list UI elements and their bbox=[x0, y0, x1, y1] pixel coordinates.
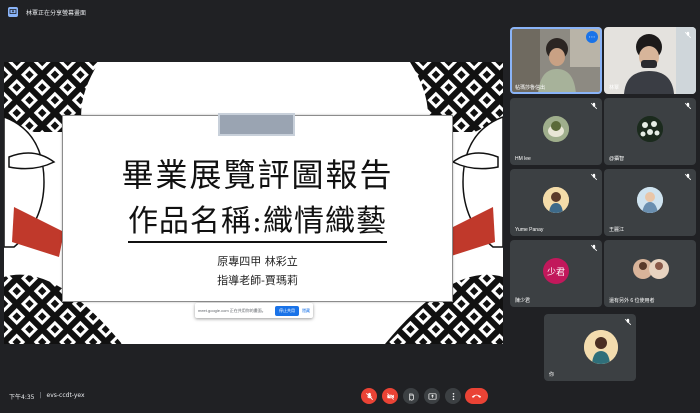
share-notification-text: meet.google.com 正在共用你的畫面。 bbox=[198, 307, 266, 313]
hide-notification-button[interactable]: 隱藏 bbox=[302, 308, 310, 314]
participant-tile[interactable]: ⋯ 帖瑪莎魯信出 bbox=[510, 27, 602, 94]
camera-off-icon bbox=[386, 392, 394, 400]
mic-off-icon bbox=[590, 102, 598, 110]
meeting-time: 下午4:35 bbox=[9, 394, 35, 401]
participant-name: 王麗江 bbox=[609, 227, 625, 233]
mic-off-icon bbox=[684, 173, 692, 181]
presenting-text: 林覃正在分享螢幕畫面 bbox=[26, 9, 87, 17]
others-count-label: 還有另外 6 位使用者 bbox=[609, 298, 655, 304]
participant-tile[interactable]: @攝智 bbox=[604, 98, 696, 165]
participant-name: Yume Panay bbox=[515, 227, 544, 233]
participant-avatar bbox=[637, 187, 663, 213]
participant-tile[interactable]: 少君 陳少君 bbox=[510, 240, 602, 307]
participant-name: 林覃 bbox=[609, 85, 620, 91]
participant-name: 帖瑪莎魯信出 bbox=[515, 85, 546, 91]
slide-subtitle: 作品名稱:織情織藝 bbox=[63, 196, 452, 243]
participant-name: @攝智 bbox=[609, 156, 625, 162]
slide-advisor: 指導老師-賈瑪莉 bbox=[217, 274, 298, 287]
more-options-button[interactable] bbox=[445, 388, 461, 404]
present-now-button[interactable] bbox=[424, 388, 440, 404]
present-icon bbox=[428, 392, 436, 400]
mic-toggle-button[interactable] bbox=[361, 388, 377, 404]
present-screen-icon bbox=[8, 7, 18, 17]
participant-name: HM lee bbox=[515, 156, 531, 162]
camera-toggle-button[interactable] bbox=[382, 388, 398, 404]
participant-tile[interactable]: Yume Panay bbox=[510, 169, 602, 236]
shared-screen: 畢業展覽評圖報告 作品名稱:織情織藝 原專四甲 林彩立 指導老師-賈瑪莉 bbox=[4, 62, 503, 344]
self-avatar bbox=[584, 330, 618, 364]
more-options-icon[interactable]: ⋯ bbox=[586, 31, 598, 43]
participant-avatar bbox=[637, 116, 663, 142]
mic-off-icon bbox=[684, 102, 692, 110]
participant-tile[interactable]: 林覃 bbox=[604, 27, 696, 94]
screen-share-notification: meet.google.com 正在共用你的畫面。 停止共用 隱藏 bbox=[195, 303, 313, 318]
mic-off-icon bbox=[590, 173, 598, 181]
raise-hand-button[interactable] bbox=[403, 388, 419, 404]
participant-tile[interactable]: HM lee bbox=[510, 98, 602, 165]
self-name: 你 bbox=[549, 372, 555, 378]
mic-off-icon bbox=[684, 31, 692, 39]
mic-off-icon bbox=[365, 392, 373, 400]
meeting-info: 下午4:35 | evs-ccdt-yex bbox=[9, 392, 85, 401]
slide-title-tab bbox=[218, 113, 295, 136]
end-call-icon bbox=[471, 394, 482, 398]
stop-sharing-button[interactable]: 停止共用 bbox=[275, 305, 299, 316]
presentation-banner: 林覃正在分享螢幕畫面 bbox=[0, 0, 700, 24]
participant-avatar bbox=[543, 116, 569, 142]
participant-avatar bbox=[543, 187, 569, 213]
more-options-icon bbox=[452, 392, 454, 400]
participant-name: 陳少君 bbox=[515, 298, 531, 304]
self-tile[interactable]: 你 bbox=[544, 314, 636, 381]
slide-title: 畢業展覽評圖報告 bbox=[121, 156, 394, 194]
others-avatar-group bbox=[632, 258, 672, 280]
participant-initials-avatar: 少君 bbox=[543, 258, 569, 284]
participant-tile[interactable]: 王麗江 bbox=[604, 169, 696, 236]
others-tile[interactable]: 還有另外 6 位使用者 bbox=[604, 240, 696, 307]
slide-author: 原專四甲 林彩立 bbox=[217, 255, 298, 268]
mic-off-icon bbox=[590, 244, 598, 252]
slide-title-card: 畢業展覽評圖報告 作品名稱:織情織藝 原專四甲 林彩立 指導老師-賈瑪莉 bbox=[62, 113, 453, 302]
mic-off-icon bbox=[624, 318, 632, 326]
raise-hand-icon bbox=[408, 392, 414, 400]
meeting-code[interactable]: evs-ccdt-yex bbox=[47, 392, 85, 401]
end-call-button[interactable] bbox=[465, 388, 488, 404]
